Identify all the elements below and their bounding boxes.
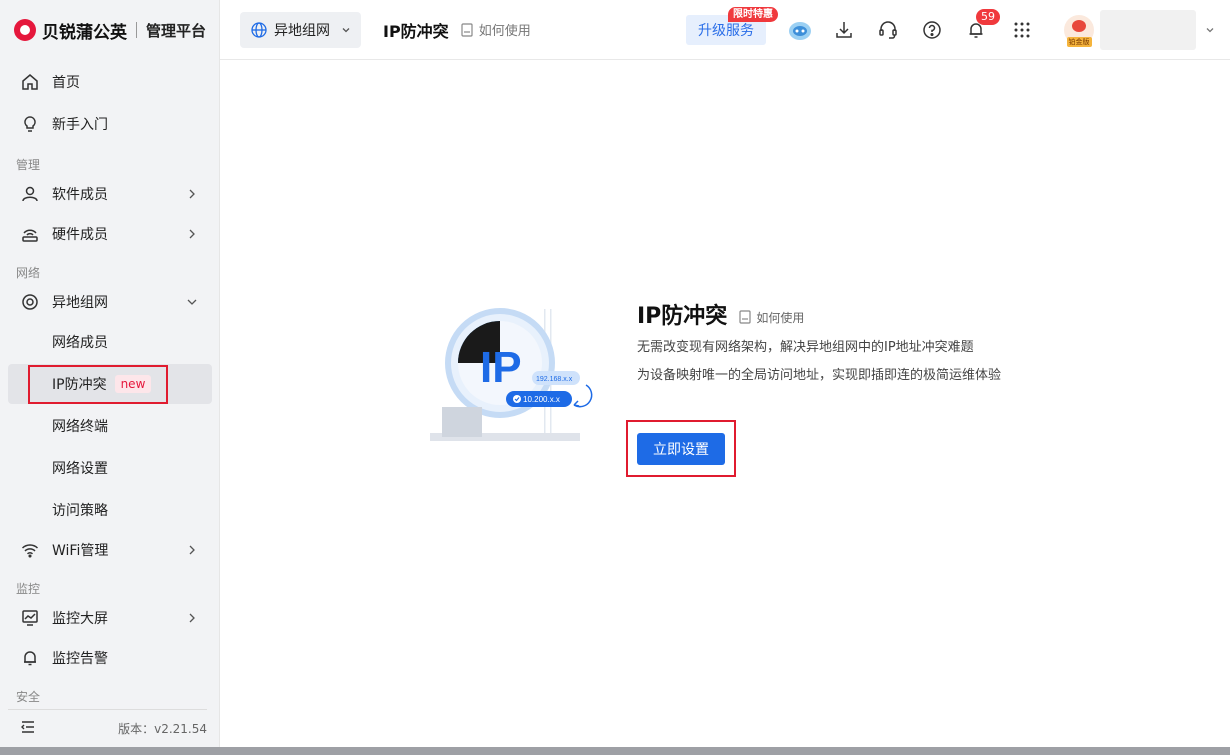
brand-subtitle: 管理平台 <box>146 21 207 40</box>
top-header: 异地组网 IP防冲突 如何使用 升级服务 限时特惠 59 铂金版 <box>220 0 1230 60</box>
chevron-right-icon <box>189 189 195 199</box>
main-content: IP 192.168.x.x 10.200.x.x IP防冲突 如何使用 无需改… <box>220 61 1230 747</box>
sidebar-item-label: 首页 <box>52 75 80 91</box>
section-label-monitor: 监控 <box>16 582 41 596</box>
bell-icon <box>20 648 40 668</box>
version-text: 版本：v2.21.54 <box>118 722 207 736</box>
sidebar-item-network-settings[interactable]: 网络设置 <box>8 448 212 488</box>
feature-how-to-use-label: 如何使用 <box>756 310 805 325</box>
help-icon[interactable] <box>920 18 944 42</box>
app-window: 贝锐蒲公英 管理平台 首页 新手入门 管理 软件成员 硬件成员 网络 异地组网 … <box>0 0 1230 755</box>
assistant-bot-icon[interactable] <box>788 18 812 42</box>
network-ring-icon <box>20 292 40 312</box>
download-icon[interactable] <box>832 18 856 42</box>
apps-grid-icon[interactable] <box>1010 18 1034 42</box>
sidebar-item-label: 新手入门 <box>52 117 108 133</box>
section-label-manage: 管理 <box>16 158 41 172</box>
user-name-redacted[interactable] <box>1100 10 1196 50</box>
feature-title-row: IP防冲突 如何使用 <box>637 298 1001 330</box>
sidebar-item-label: 访问策略 <box>52 503 108 519</box>
notification-count: 59 <box>976 9 1000 25</box>
feature-description-2: 为设备映射唯一的全局访问地址，实现即插即连的极简运维体验 <box>637 368 1002 383</box>
chevron-right-icon <box>189 613 195 623</box>
ip-conflict-illustration: IP 192.168.x.x 10.200.x.x <box>430 308 593 441</box>
avatar[interactable]: 铂金版 <box>1064 15 1094 47</box>
sidebar-item-getting-started[interactable]: 新手入门 <box>8 104 212 144</box>
brand-logo-icon <box>14 19 36 41</box>
sidebar-item-software-members[interactable]: 软件成员 <box>8 174 212 214</box>
tier-badge: 铂金版 <box>1066 37 1092 47</box>
section-label-security: 安全 <box>16 690 41 704</box>
illustration-ip-b: 10.200.x.x <box>523 395 560 404</box>
header-actions: 升级服务 限时特惠 59 铂金版 <box>686 0 1230 60</box>
how-to-use-label: 如何使用 <box>478 24 531 39</box>
document-icon <box>461 22 473 37</box>
globe-icon <box>251 21 267 38</box>
feature-info: IP防冲突 如何使用 无需改变现有网络架构，解决异地组网中的IP地址冲突难题 为… <box>637 298 1001 390</box>
avatar-face-icon <box>1072 20 1086 32</box>
highlight-box <box>28 365 168 404</box>
brand-divider <box>136 22 137 38</box>
sidebar-item-label: WiFi管理 <box>52 543 109 559</box>
brand-name: 贝锐蒲公英 <box>42 22 127 43</box>
sidebar-item-label: 硬件成员 <box>52 227 108 243</box>
home-icon <box>20 72 40 92</box>
notification-bell-icon[interactable]: 59 <box>964 9 1000 42</box>
sidebar-item-label: 软件成员 <box>52 187 108 203</box>
illustration-ip-text: IP <box>480 343 522 392</box>
sidebar-item-monitor-alerts[interactable]: 监控告警 <box>8 638 212 678</box>
promo-tag: 限时特惠 <box>728 7 778 22</box>
chevron-down-icon <box>187 299 197 305</box>
lightbulb-icon <box>20 114 40 134</box>
sidebar-item-monitor-dashboard[interactable]: 监控大屏 <box>8 598 212 638</box>
chevron-down-icon[interactable] <box>1204 24 1216 36</box>
upgrade-service-label: 升级服务 <box>698 23 754 39</box>
window-bottom-edge <box>0 747 1230 755</box>
sidebar-item-label: 网络终端 <box>52 419 108 435</box>
how-to-use-link[interactable]: 如何使用 <box>461 20 531 39</box>
chevron-right-icon <box>189 545 195 555</box>
illustration-ip-a: 192.168.x.x <box>536 376 573 383</box>
feature-how-to-use-link[interactable]: 如何使用 <box>739 309 804 326</box>
sidebar-item-wifi[interactable]: WiFi管理 <box>8 530 212 570</box>
sidebar-item-network-terminals[interactable]: 网络终端 <box>8 406 212 446</box>
sidebar-item-home[interactable]: 首页 <box>8 62 212 102</box>
highlight-box <box>626 420 736 477</box>
chevron-down-icon <box>342 27 350 32</box>
sidebar-item-label: 异地组网 <box>52 295 108 311</box>
collapse-menu-icon[interactable] <box>20 719 36 739</box>
monitor-chart-icon <box>20 608 40 628</box>
sidebar-footer: 版本：v2.21.54 <box>8 709 207 747</box>
scope-select-value: 异地组网 <box>274 22 330 39</box>
sidebar-item-label: 监控大屏 <box>52 611 108 627</box>
wifi-icon <box>20 540 40 560</box>
chevron-right-icon <box>189 229 195 239</box>
sidebar-item-remote-network[interactable]: 异地组网 <box>8 282 212 322</box>
sidebar-item-access-policy[interactable]: 访问策略 <box>8 490 212 530</box>
sidebar-item-hardware-members[interactable]: 硬件成员 <box>8 214 212 254</box>
scope-select[interactable]: 异地组网 <box>240 11 361 48</box>
router-icon <box>20 224 40 244</box>
sidebar-item-label: 监控告警 <box>52 651 108 667</box>
sidebar: 贝锐蒲公英 管理平台 首页 新手入门 管理 软件成员 硬件成员 网络 异地组网 … <box>0 0 220 747</box>
headset-support-icon[interactable] <box>876 18 900 42</box>
section-label-network: 网络 <box>16 266 41 280</box>
feature-title: IP防冲突 <box>637 304 728 329</box>
user-icon <box>20 184 40 204</box>
brand: 贝锐蒲公英 管理平台 <box>0 0 219 60</box>
page-title: IP防冲突 <box>383 21 449 41</box>
sidebar-item-network-members[interactable]: 网络成员 <box>8 322 212 362</box>
document-icon <box>739 310 751 324</box>
sidebar-item-label: 网络成员 <box>52 335 108 351</box>
upgrade-service-button[interactable]: 升级服务 限时特惠 <box>686 7 778 45</box>
feature-description-1: 无需改变现有网络架构，解决异地组网中的IP地址冲突难题 <box>637 340 974 355</box>
sidebar-item-label: 网络设置 <box>52 461 108 477</box>
